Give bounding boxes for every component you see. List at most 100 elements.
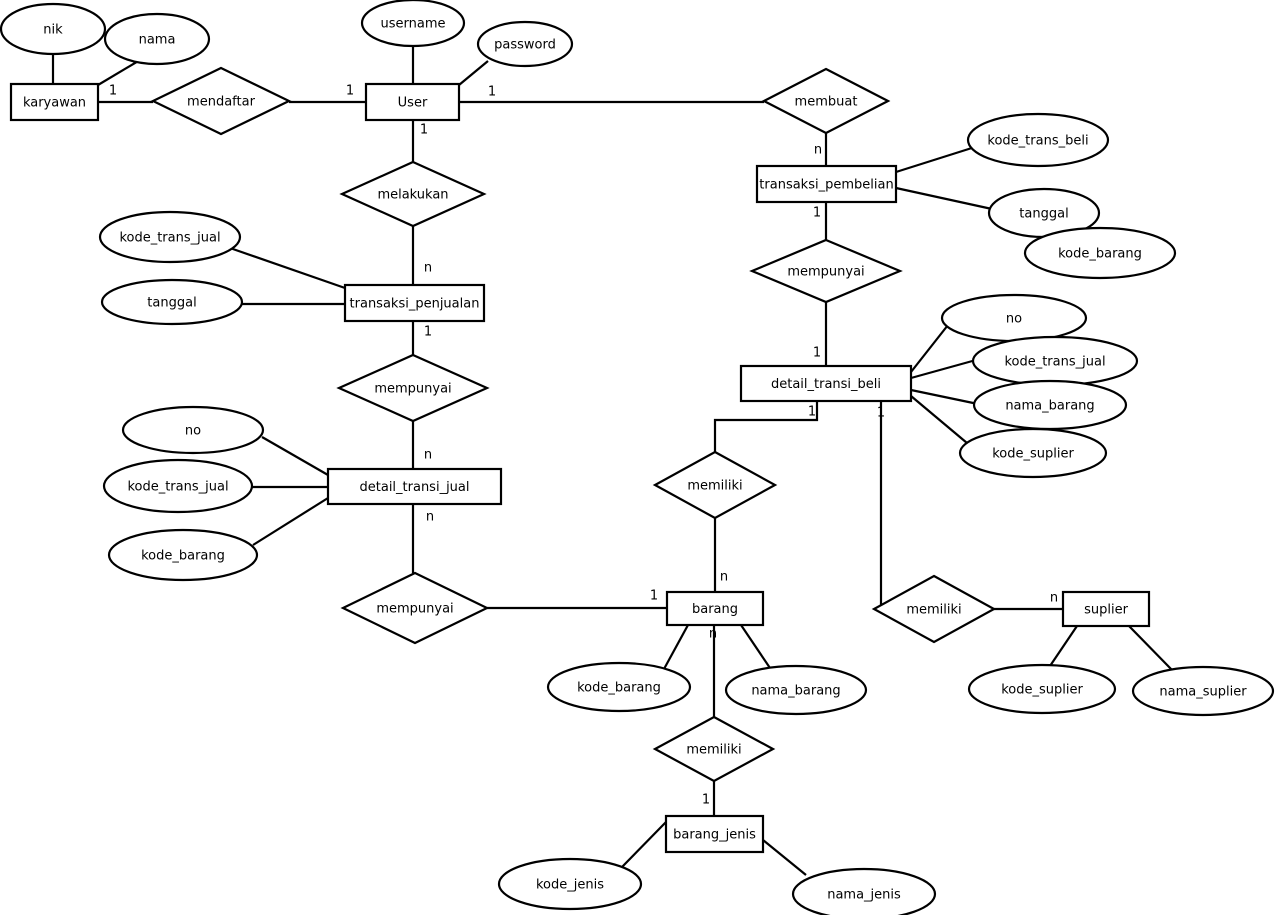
er-attribute-tb_kode_trans_beli[interactable]: kode_trans_beli [966,112,1110,168]
er-link [910,395,968,444]
er-attribute-tj_kode_trans_jual[interactable]: kode_trans_jual [98,210,242,264]
entity-label: transaksi_pembelian [759,178,893,193]
er-link [261,436,329,476]
er-relationship-memiliki_s[interactable]: memiliki [871,574,997,644]
cardinality-label: 1 [420,123,428,138]
attribute-label: kode_barang [141,549,225,564]
er-diagram-canvas: mendaftar membuat melakukan mempunyai mempun… [0,0,1277,915]
er-entity-barang_jenis[interactable]: barang_jenis [664,814,765,854]
cardinality-label: 1 [488,85,496,100]
er-attribute-tb_kode_barang[interactable]: kode_barang [1023,226,1177,280]
er-link [621,821,667,868]
er-attribute-dtj_no[interactable]: no [121,405,265,455]
er-link [229,246,346,290]
attribute-label: no [1006,312,1022,327]
er-link [910,388,979,406]
relationship-label: mempunyai [376,602,453,617]
er-attribute-bj_nama_jenis[interactable]: nama_jenis [791,867,937,915]
er-attribute-sup_kode_suplier[interactable]: kode_suplier [967,663,1117,715]
er-entity-karyawan[interactable]: karyawan [9,82,100,122]
attribute-label: kode_trans_beli [987,134,1088,149]
er-attribute-dtb_nama_barang[interactable]: nama_barang [972,379,1128,431]
cardinality-label: 1 [877,406,885,421]
cardinality-label: n [720,570,728,585]
er-link [97,59,141,86]
er-relationship-mempunyai_d[interactable]: mempunyai [340,571,490,645]
relationship-label: membuat [795,95,858,110]
er-attribute-karyawan_nik[interactable]: nik [0,2,107,56]
er-relationship-memiliki_db[interactable]: memiliki [652,450,778,520]
er-entity-transaksi_penjualan[interactable]: transaksi_penjualan [343,283,486,323]
entity-label: suplier [1084,603,1128,618]
cardinality-label: 1 [813,206,821,221]
er-link [895,145,976,174]
er-attribute-dtb_kode_trans_jual[interactable]: kode_trans_jual [971,335,1139,387]
er-link [762,839,807,876]
er-link [663,624,689,670]
attribute-label: password [494,38,556,53]
cardinality-label: n [424,261,432,276]
er-relationship-melakukan[interactable]: melakukan [339,160,487,228]
attribute-label: kode_jenis [536,878,604,893]
attribute-label: nama_barang [1005,399,1094,414]
er-relationship-mempunyai_j[interactable]: mempunyai [336,353,490,423]
entity-label: detail_transi_jual [360,480,470,495]
er-entity-barang[interactable]: barang [665,590,765,627]
attribute-label: username [381,17,446,32]
er-link [910,358,977,380]
er-entity-detail_transi_jual[interactable]: detail_transi_jual [326,467,503,506]
er-attribute-barang_nama_barang[interactable]: nama_barang [724,664,868,716]
er-attribute-user_password[interactable]: password [476,20,574,68]
attribute-label: tanggal [1019,207,1068,222]
cardinality-label: n [1050,591,1058,606]
attribute-label: nama [139,33,176,48]
er-attribute-sup_nama_suplier[interactable]: nama_suplier [1131,665,1275,717]
er-attribute-karyawan_nama[interactable]: nama [103,12,211,66]
er-link [713,401,819,452]
er-relationship-membuat[interactable]: membuat [761,67,891,135]
er-attribute-dtb_kode_suplier[interactable]: kode_suplier [958,427,1108,479]
cardinality-label: 1 [702,793,710,808]
cardinality-label: 1 [650,589,658,604]
er-relationship-memiliki_bj[interactable]: memiliki [652,715,776,783]
attribute-label: tanggal [147,296,196,311]
er-link [1049,625,1078,667]
attribute-label: nama_jenis [827,888,901,903]
er-entity-user[interactable]: User [364,82,461,122]
relationship-label: mempunyai [374,382,451,397]
er-relationship-mendaftar[interactable]: mendaftar [150,66,292,136]
er-attribute-dtj_kode_barang[interactable]: kode_barang [107,528,259,582]
attribute-label: nik [43,23,63,38]
cardinality-label: n [814,143,822,158]
cardinality-label: 1 [109,84,117,99]
relationship-label: memiliki [906,603,961,618]
er-attribute-user_username[interactable]: username [360,0,466,48]
er-relationship-mempunyai_b[interactable]: mempunyai [749,238,903,304]
attribute-label: kode_suplier [1001,683,1083,698]
cardinality-label: 1 [808,405,816,420]
entity-label: barang_jenis [673,828,756,843]
er-attribute-dtj_kode_trans_jual[interactable]: kode_trans_jual [102,458,254,514]
er-link [874,401,883,611]
er-attribute-tj_tanggal[interactable]: tanggal [100,278,244,326]
cardinality-label: 1 [813,346,821,361]
er-entity-detail_transi_beli[interactable]: detail_transi_beli [739,364,913,403]
entity-label: User [398,96,428,111]
cardinality-label: 1 [424,325,432,340]
cardinality-label: n [426,510,434,525]
er-entity-suplier[interactable]: suplier [1061,590,1151,628]
relationship-label: memiliki [687,479,742,494]
er-attribute-barang_kode_barang[interactable]: kode_barang [546,661,692,713]
cardinality-label: n [709,627,717,642]
cardinality-label: 1 [346,84,354,99]
entity-label: detail_transi_beli [771,377,881,392]
attribute-label: kode_barang [577,681,661,696]
er-link [252,497,329,546]
er-link [740,624,773,672]
er-link [1128,625,1173,671]
er-attribute-dtb_no[interactable]: no [940,293,1088,343]
er-attribute-bj_kode_jenis[interactable]: kode_jenis [497,857,643,911]
attribute-label: kode_trans_jual [1004,355,1105,370]
attribute-label: nama_barang [751,684,840,699]
er-entity-transaksi_pembelian[interactable]: transaksi_pembelian [755,164,898,204]
